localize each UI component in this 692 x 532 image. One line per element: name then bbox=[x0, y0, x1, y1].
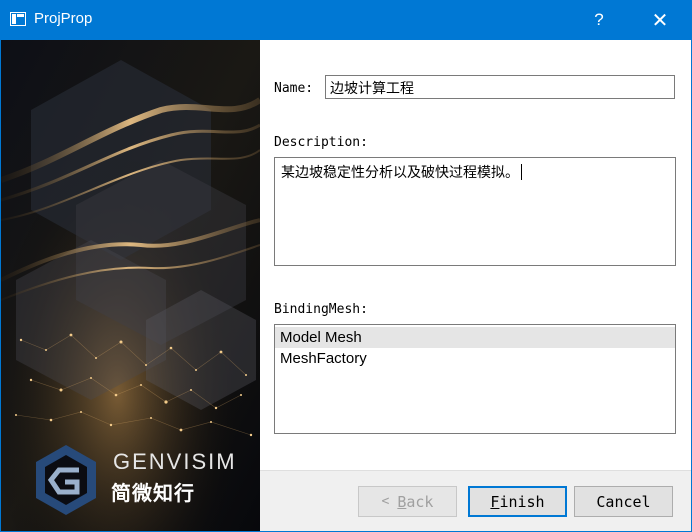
wizard-button-bar: < Back Finish Cancel bbox=[260, 470, 691, 531]
form-panel: Name: 边坡计算工程 Description: 某边坡稳定性分析以及破快过程… bbox=[260, 40, 691, 470]
name-label: Name: bbox=[274, 81, 314, 96]
finish-button[interactable]: Finish bbox=[468, 486, 567, 517]
binding-mesh-list[interactable]: Model Mesh MeshFactory bbox=[274, 324, 676, 434]
title-bar[interactable]: ProjProp ? ✕ bbox=[0, 0, 692, 40]
description-label: Description: bbox=[274, 135, 368, 150]
mesh-list-item[interactable]: MeshFactory bbox=[275, 348, 675, 369]
close-button[interactable]: ✕ bbox=[637, 0, 683, 40]
wizard-banner-image: GENVISIM 简微知行 bbox=[1, 40, 260, 531]
description-textarea[interactable]: 某边坡稳定性分析以及破快过程模拟。 bbox=[274, 157, 676, 266]
brand-name: GENVISIM bbox=[113, 449, 237, 474]
window-app-icon bbox=[10, 12, 26, 26]
text-caret bbox=[521, 164, 522, 180]
help-button[interactable]: ? bbox=[576, 0, 622, 40]
back-label-rest: ack bbox=[406, 492, 434, 511]
back-arrow-icon: < bbox=[381, 494, 390, 509]
brand-subtitle: 简微知行 bbox=[111, 481, 195, 505]
description-text: 某边坡稳定性分析以及破快过程模拟。 bbox=[281, 165, 519, 181]
back-button[interactable]: < Back bbox=[358, 486, 457, 517]
finish-mnemonic: F bbox=[490, 492, 500, 511]
window-title: ProjProp bbox=[34, 10, 93, 27]
finish-label-rest: inish bbox=[499, 492, 545, 511]
mesh-list-item[interactable]: Model Mesh bbox=[275, 327, 675, 348]
name-input[interactable]: 边坡计算工程 bbox=[325, 75, 675, 99]
close-icon: ✕ bbox=[651, 9, 669, 32]
cancel-label: Cancel bbox=[596, 492, 651, 511]
help-icon: ? bbox=[594, 10, 604, 29]
binding-mesh-label: BindingMesh: bbox=[274, 302, 368, 317]
cancel-button[interactable]: Cancel bbox=[574, 486, 673, 517]
back-mnemonic: B bbox=[397, 492, 407, 511]
